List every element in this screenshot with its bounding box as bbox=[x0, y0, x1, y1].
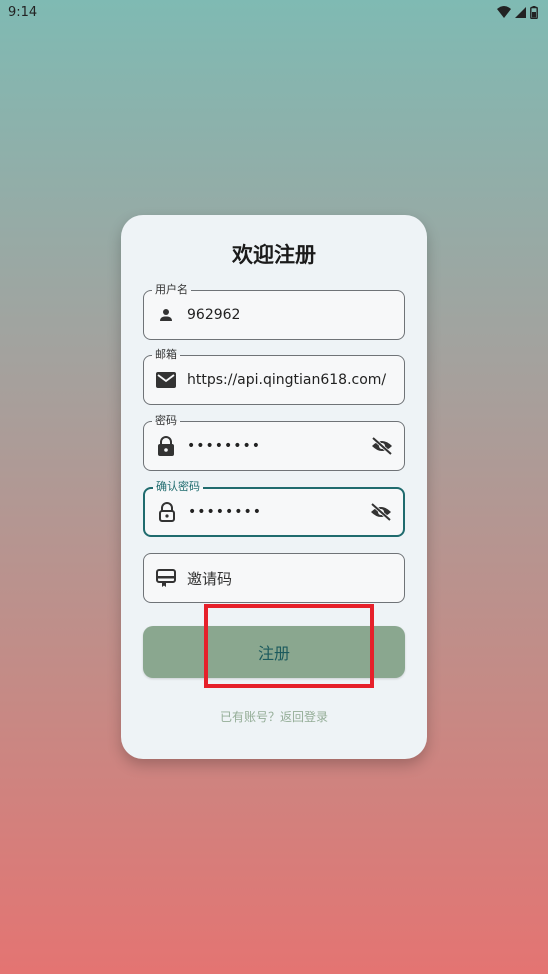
visibility-off-icon[interactable] bbox=[370, 434, 394, 458]
person-icon bbox=[155, 304, 177, 326]
card-icon bbox=[155, 567, 177, 589]
status-bar: 9:14 bbox=[0, 0, 548, 24]
confirm-password-input[interactable]: •••••••• bbox=[188, 504, 369, 520]
username-field[interactable]: 用户名 962962 bbox=[143, 283, 405, 340]
invite-code-field[interactable]: 邀请码 bbox=[143, 553, 405, 603]
back-to-login-link[interactable]: 已有账号？返回登录 bbox=[121, 708, 427, 725]
lock-outline-icon bbox=[156, 501, 178, 523]
page-title: 欢迎注册 bbox=[232, 243, 316, 267]
battery-icon bbox=[530, 5, 538, 19]
password-input[interactable]: •••••••• bbox=[187, 438, 370, 454]
email-field[interactable]: 邮箱 https://api.qingtian618.com/ bbox=[143, 348, 405, 405]
confirm-password-label: 确认密码 bbox=[153, 480, 203, 494]
status-time: 9:14 bbox=[8, 4, 38, 20]
password-label: 密码 bbox=[152, 414, 180, 428]
email-input[interactable]: https://api.qingtian618.com/ bbox=[187, 372, 404, 388]
invite-code-input[interactable]: 邀请码 bbox=[187, 568, 404, 589]
email-label: 邮箱 bbox=[152, 348, 180, 362]
visibility-off-icon[interactable] bbox=[369, 500, 393, 524]
lock-icon bbox=[155, 435, 177, 457]
status-icons bbox=[497, 5, 538, 19]
highlight-box bbox=[204, 604, 374, 688]
confirm-password-field[interactable]: 确认密码 •••••••• bbox=[143, 480, 405, 537]
signal-icon bbox=[515, 6, 526, 18]
username-label: 用户名 bbox=[152, 283, 191, 297]
wifi-icon bbox=[497, 6, 511, 18]
password-field[interactable]: 密码 •••••••• bbox=[143, 414, 405, 471]
mail-icon bbox=[155, 369, 177, 391]
username-input[interactable]: 962962 bbox=[187, 307, 404, 323]
